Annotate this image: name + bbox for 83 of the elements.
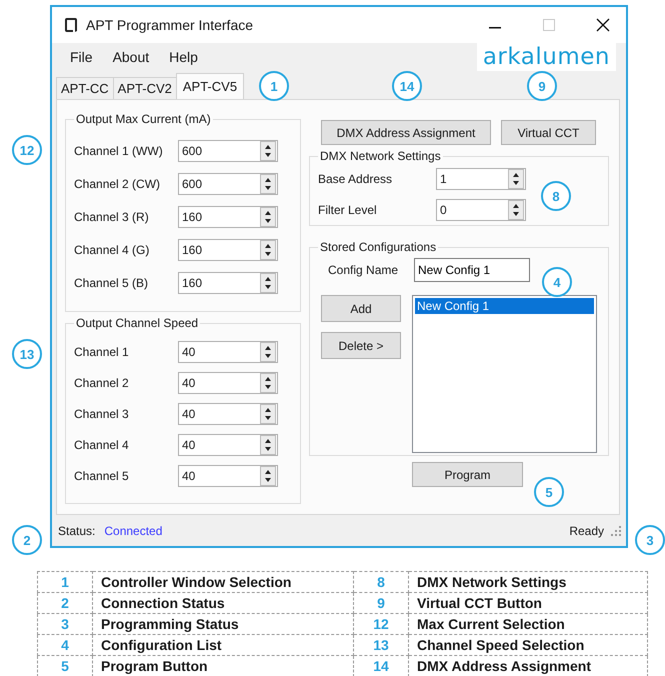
number-spinner[interactable]: 40 <box>178 402 278 424</box>
resize-grip-icon[interactable] <box>610 524 622 536</box>
field-label: Channel 5 (B) <box>74 276 150 290</box>
number-spinner[interactable]: 160 <box>178 272 278 294</box>
action-button[interactable]: DMX Address Assignment <box>321 120 491 145</box>
program-button[interactable]: Program <box>412 462 523 487</box>
close-icon[interactable] <box>596 18 610 32</box>
table-cell: 1 <box>38 572 92 592</box>
list-item[interactable]: New Config 1 <box>415 298 594 314</box>
menu-item[interactable]: Help <box>159 49 208 65</box>
group-title: Output Channel Speed <box>75 316 200 330</box>
spinner-arrows-icon[interactable] <box>260 206 276 226</box>
table-cell: 13 <box>354 634 408 656</box>
callout-marker: 2 <box>12 525 42 555</box>
number-spinner[interactable]: 160 <box>178 238 278 260</box>
window-title: APT Programmer Interface <box>86 17 254 33</box>
field-label: Channel 5 <box>74 468 130 482</box>
callout-marker: 12 <box>12 135 42 165</box>
status-text: Ready <box>569 524 604 538</box>
brand-logo: arkalumen <box>476 43 616 71</box>
table-cell: 12 <box>354 614 408 634</box>
number-spinner[interactable]: 160 <box>178 206 278 228</box>
number-spinner[interactable]: 0 <box>436 198 526 220</box>
table-cell: 5 <box>38 656 92 676</box>
status-value: Connected <box>104 524 162 538</box>
spinner-arrows-icon[interactable] <box>260 434 276 454</box>
field-label: Config Name <box>328 263 400 277</box>
field-label: Channel 4 (G) <box>74 242 150 256</box>
table-cell: Programming Status <box>92 614 354 634</box>
number-spinner[interactable]: 40 <box>178 464 278 486</box>
table-cell: 9 <box>354 592 408 614</box>
table-cell: Configuration List <box>92 634 354 656</box>
table-cell: DMX Network Settings <box>408 572 648 592</box>
table-cell: Controller Window Selection <box>92 572 354 592</box>
field-label: Channel 4 <box>74 438 130 452</box>
field-label: Base Address <box>318 172 394 186</box>
spinner-arrows-icon[interactable] <box>508 200 524 220</box>
action-button[interactable]: Virtual CCT <box>501 120 596 145</box>
table-cell: 4 <box>38 634 92 656</box>
group-title: DMX Network Settings <box>319 149 442 163</box>
spinner-arrows-icon[interactable] <box>260 174 276 194</box>
field-label: Channel 1 <box>74 344 130 358</box>
number-spinner[interactable]: 600 <box>178 172 278 194</box>
spinner-arrows-icon[interactable] <box>508 168 524 188</box>
number-spinner[interactable]: 40 <box>178 340 278 362</box>
field-label: Channel 1 (WW) <box>74 144 164 158</box>
field-label: Channel 2 <box>74 376 130 390</box>
action-button[interactable]: Delete > <box>321 332 401 359</box>
menu-item[interactable]: File <box>60 49 103 65</box>
spinner-arrows-icon[interactable] <box>260 240 276 260</box>
field-label: Filter Level <box>318 202 378 216</box>
table-cell: Virtual CCT Button <box>408 592 648 614</box>
table-cell: 2 <box>38 592 92 614</box>
table-cell: 3 <box>38 614 92 634</box>
group-title: Output Max Current (mA) <box>75 112 212 126</box>
menu-item[interactable]: About <box>102 49 160 65</box>
config-list[interactable]: New Config 1 <box>412 295 597 453</box>
spinner-arrows-icon[interactable] <box>260 404 276 424</box>
field-label: Channel 3 <box>74 406 130 420</box>
table-cell: Channel Speed Selection <box>408 634 648 656</box>
tab[interactable]: APT-CV5 <box>176 73 244 99</box>
number-spinner[interactable]: 600 <box>178 140 278 162</box>
number-spinner[interactable]: 40 <box>178 372 278 394</box>
config-name-field[interactable]: New Config 1 <box>414 258 530 282</box>
action-button[interactable]: Add <box>321 295 401 322</box>
number-spinner[interactable]: 40 <box>178 434 278 456</box>
number-spinner[interactable]: 1 <box>436 168 526 190</box>
status-label: Status: <box>58 524 96 538</box>
field-label: Channel 3 (R) <box>74 210 150 224</box>
table-cell: 8 <box>354 572 408 592</box>
tab[interactable]: APT-CC <box>56 77 114 99</box>
table-cell: Max Current Selection <box>408 614 648 634</box>
table-cell: Connection Status <box>92 592 354 614</box>
app-icon <box>64 17 78 33</box>
spinner-arrows-icon[interactable] <box>260 372 276 392</box>
group-title: Stored Configurations <box>319 240 438 254</box>
spinner-arrows-icon[interactable] <box>260 466 276 486</box>
spinner-arrows-icon[interactable] <box>260 140 276 160</box>
spinner-arrows-icon[interactable] <box>260 272 276 292</box>
spinner-arrows-icon[interactable] <box>260 342 276 362</box>
callout-marker: 3 <box>635 525 665 555</box>
callout-marker: 13 <box>12 339 42 369</box>
field-label: Channel 2 (CW) <box>74 176 162 190</box>
